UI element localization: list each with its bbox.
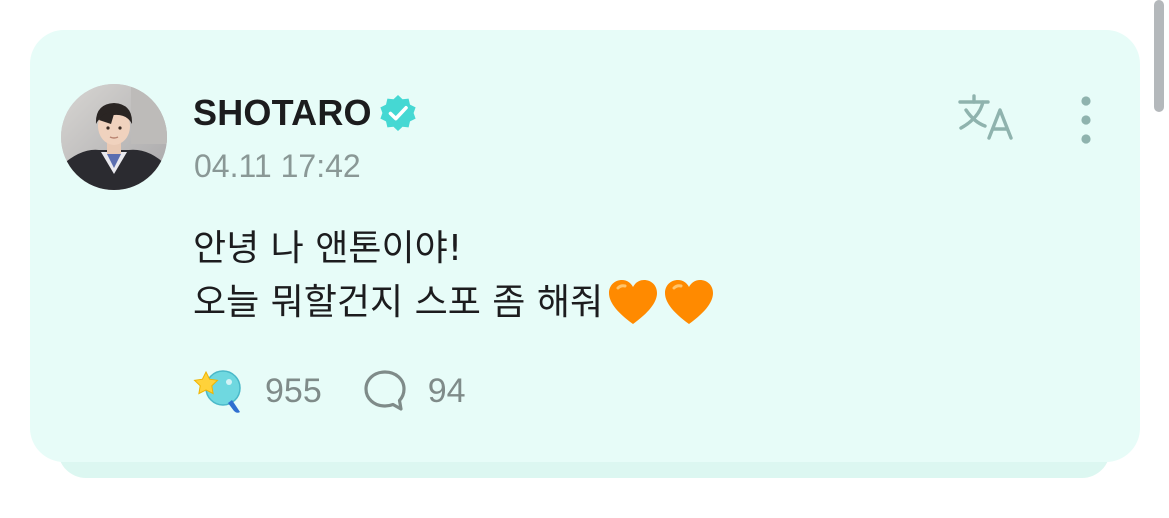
post-stats: 955 94	[193, 366, 466, 416]
translate-icon	[958, 94, 1013, 140]
post-text-line-2: 오늘 뭐할건지 스포 좀 해줘	[193, 282, 604, 323]
more-vertical-icon	[1081, 96, 1091, 144]
post-line-1: 안녕 나 앤톤이야!	[193, 222, 715, 276]
comment-bubble-icon	[364, 370, 406, 411]
avatar-photo	[61, 84, 167, 190]
star-bubble-like-icon	[193, 370, 241, 413]
translate-button[interactable]	[954, 90, 1020, 144]
post-line-2: 오늘 뭐할건지 스포 좀 해줘	[193, 276, 715, 330]
author-row: SHOTARO	[193, 90, 418, 136]
post-card: SHOTARO 04.11 17:42 안녕 나 앤톤이야! 오늘 뭐할건지 스…	[30, 30, 1140, 462]
more-options-button[interactable]	[1074, 94, 1098, 146]
comment-button[interactable]: 94	[362, 368, 466, 414]
orange-heart-emoji-icon	[665, 280, 714, 324]
author-name[interactable]: SHOTARO	[193, 92, 372, 134]
scrollbar-thumb[interactable]	[1154, 0, 1164, 112]
avatar[interactable]	[61, 84, 167, 190]
post-body: 안녕 나 앤톤이야! 오늘 뭐할건지 스포 좀 해줘	[193, 222, 715, 330]
like-count: 955	[265, 371, 322, 410]
post-text-line-1: 안녕 나 앤톤이야!	[193, 228, 463, 269]
verified-check-icon	[380, 95, 416, 131]
like-button[interactable]: 955	[193, 366, 322, 416]
comment-count: 94	[427, 371, 466, 410]
orange-heart-emoji-icon	[609, 280, 658, 324]
post-timestamp: 04.11 17:42	[194, 148, 361, 184]
